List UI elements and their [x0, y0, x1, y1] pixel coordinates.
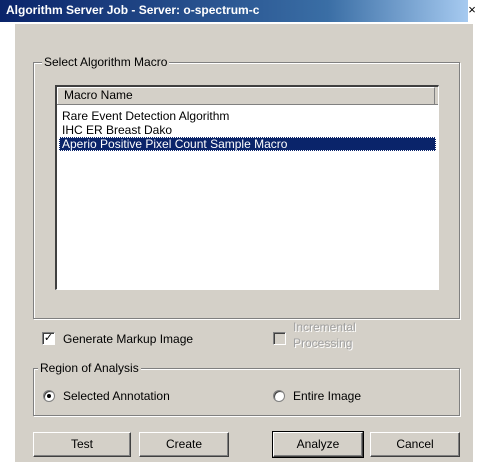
region-group-legend: Region of Analysis [38, 361, 141, 375]
macro-group-legend: Select Algorithm Macro [42, 55, 170, 69]
entire-image-radio[interactable] [273, 390, 285, 402]
selected-annotation-radio[interactable] [43, 390, 55, 402]
window-title: Algorithm Server Job - Server: o-spectru… [6, 3, 260, 17]
analyze-button[interactable]: Analyze [272, 431, 364, 458]
cancel-button[interactable]: Cancel [370, 432, 460, 457]
dialog-window: Algorithm Server Job - Server: o-spectru… [0, 0, 479, 474]
test-button[interactable]: Test [33, 432, 131, 457]
incremental-label-line2: Processing [293, 336, 353, 350]
entire-image-label: Entire Image [293, 389, 362, 403]
list-header: Macro Name [57, 87, 438, 105]
column-header-macro-name[interactable]: Macro Name [57, 87, 435, 104]
list-item-selected[interactable]: Aperio Positive Pixel Count Sample Macro [59, 137, 436, 151]
incremental-label-line1: Incremental [293, 320, 356, 334]
generate-markup-checkbox[interactable]: ✓ [42, 332, 55, 345]
selected-annotation-label: Selected Annotation [63, 389, 170, 403]
list-item[interactable]: Rare Event Detection Algorithm [59, 109, 436, 123]
macro-listbox[interactable]: Macro Name Rare Event Detection Algorith… [55, 85, 439, 290]
close-icon[interactable]: × [465, 2, 479, 18]
list-item[interactable]: IHC ER Breast Dako [59, 123, 436, 137]
incremental-processing-checkbox[interactable] [273, 332, 286, 345]
title-bar[interactable]: Algorithm Server Job - Server: o-spectru… [0, 0, 479, 22]
generate-markup-label: Generate Markup Image [63, 332, 194, 346]
radio-dot [47, 394, 51, 398]
create-button[interactable]: Create [139, 432, 229, 457]
